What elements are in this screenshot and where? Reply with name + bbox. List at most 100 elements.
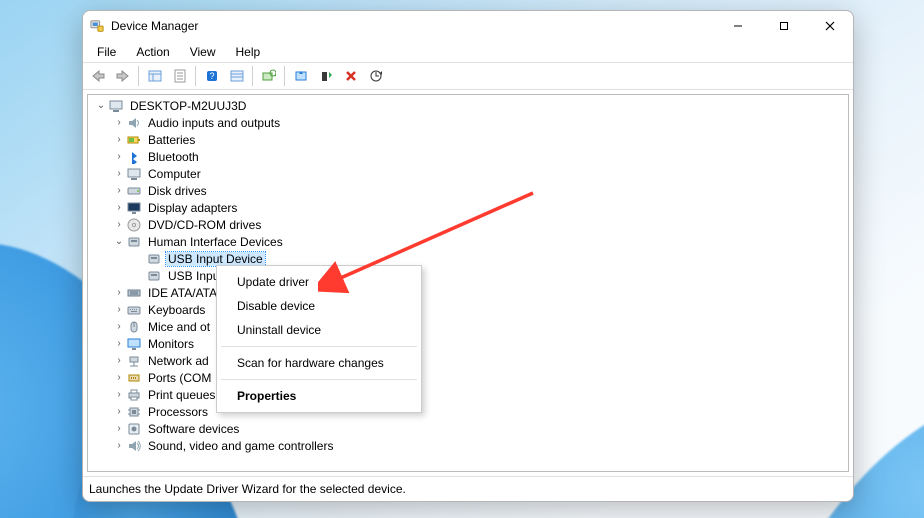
caret-collapsed-icon[interactable]: › xyxy=(112,304,126,315)
tree-category-item[interactable]: ›Disk drives xyxy=(90,182,848,199)
back-button[interactable] xyxy=(85,64,110,88)
caret-collapsed-icon[interactable]: › xyxy=(112,287,126,298)
computer-icon xyxy=(126,166,142,182)
scan-hardware-button[interactable] xyxy=(256,64,281,88)
properties-button[interactable] xyxy=(167,64,192,88)
caret-collapsed-icon[interactable]: › xyxy=(112,372,126,383)
printer-icon xyxy=(126,387,142,403)
tree-category-item[interactable]: ⌄ Human Interface Devices xyxy=(90,233,848,250)
tree-category-item[interactable]: › Batteries xyxy=(90,131,848,148)
ctx-update-driver[interactable]: Update driver xyxy=(219,270,419,294)
tree-item-label: Computer xyxy=(146,167,203,181)
tree-category-item[interactable]: › Sound, video and game controllers xyxy=(90,437,848,454)
hid-icon xyxy=(126,234,142,250)
tree-item-label: Sound, video and game controllers xyxy=(146,439,335,453)
device-manager-window: Device Manager File Action View Help ? xyxy=(82,10,854,502)
caret-collapsed-icon[interactable]: › xyxy=(112,406,126,417)
forward-button[interactable] xyxy=(110,64,135,88)
maximize-button[interactable] xyxy=(761,11,807,41)
svg-text:?: ? xyxy=(209,71,214,81)
tree-device-item[interactable]: USB Input Device xyxy=(90,250,848,267)
tree-category-item[interactable]: ›Bluetooth xyxy=(90,148,848,165)
caret-collapsed-icon[interactable]: › xyxy=(112,134,126,145)
menu-help[interactable]: Help xyxy=(228,43,269,61)
update-driver-button[interactable] xyxy=(288,64,313,88)
toolbar-separator xyxy=(252,66,253,86)
uninstall-device-button[interactable] xyxy=(338,64,363,88)
caret-collapsed-icon[interactable]: › xyxy=(112,202,126,213)
statusbar-text: Launches the Update Driver Wizard for th… xyxy=(89,482,406,496)
tree-category-item[interactable]: ›Keyboards xyxy=(90,301,848,318)
tree-category-item[interactable]: › Print queues xyxy=(90,386,848,403)
ctx-disable-device[interactable]: Disable device xyxy=(219,294,419,318)
caret-collapsed-icon[interactable]: › xyxy=(112,168,126,179)
caret-collapsed-icon[interactable]: › xyxy=(112,219,126,230)
display-icon xyxy=(126,200,142,216)
caret-collapsed-icon[interactable]: › xyxy=(112,185,126,196)
dvd-icon xyxy=(126,217,142,233)
tree-item-label: USB Inpu xyxy=(166,269,221,283)
network-icon xyxy=(126,353,142,369)
caret-collapsed-icon[interactable]: › xyxy=(112,440,126,451)
ctx-properties[interactable]: Properties xyxy=(219,384,419,408)
tree-item-label: Display adapters xyxy=(146,201,239,215)
disk-icon xyxy=(126,183,142,199)
tree-category-item[interactable]: ›Processors xyxy=(90,403,848,420)
port-icon xyxy=(126,370,142,386)
tree-category-item[interactable]: ›DVD/CD-ROM drives xyxy=(90,216,848,233)
caret-collapsed-icon[interactable]: › xyxy=(112,321,126,332)
caret-collapsed-icon[interactable]: › xyxy=(112,355,126,366)
tree-category-item[interactable]: › Audio inputs and outputs xyxy=(90,114,848,131)
tree-category-item[interactable]: ›Monitors xyxy=(90,335,848,352)
mouse-icon xyxy=(126,319,142,335)
tree-item-label: Print queues xyxy=(146,388,217,402)
tree-category-item[interactable]: ›Network ad xyxy=(90,352,848,369)
tree-category-item[interactable]: ›Ports (COM xyxy=(90,369,848,386)
tree-item-label: USB Input Device xyxy=(166,252,265,266)
tree-category-item[interactable]: › Mice and ot xyxy=(90,318,848,335)
details-button[interactable] xyxy=(224,64,249,88)
caret-collapsed-icon[interactable]: › xyxy=(112,423,126,434)
caret-expanded-icon[interactable]: ⌄ xyxy=(94,100,108,111)
caret-collapsed-icon[interactable]: › xyxy=(112,389,126,400)
minimize-button[interactable] xyxy=(715,11,761,41)
caret-collapsed-icon[interactable]: › xyxy=(112,117,126,128)
statusbar: Launches the Update Driver Wizard for th… xyxy=(83,476,853,501)
refresh-button[interactable] xyxy=(363,64,388,88)
show-hidden-button[interactable] xyxy=(142,64,167,88)
tree-category-item[interactable]: ›IDE ATA/ATA xyxy=(90,284,848,301)
computer-root-icon xyxy=(108,98,124,114)
close-button[interactable] xyxy=(807,11,853,41)
audio-icon xyxy=(126,115,142,131)
keyboard-icon xyxy=(126,302,142,318)
ctx-separator xyxy=(221,379,417,380)
help-button[interactable]: ? xyxy=(199,64,224,88)
tree-category-item[interactable]: › Software devices xyxy=(90,420,848,437)
tree-item-label: Human Interface Devices xyxy=(146,235,285,249)
enable-device-button[interactable] xyxy=(313,64,338,88)
cpu-icon xyxy=(126,404,142,420)
caret-collapsed-icon[interactable]: › xyxy=(112,151,126,162)
toolbar-separator xyxy=(284,66,285,86)
tree-item-label: Audio inputs and outputs xyxy=(146,116,282,130)
menu-view[interactable]: View xyxy=(182,43,224,61)
ctx-uninstall-device[interactable]: Uninstall device xyxy=(219,318,419,342)
monitor-icon xyxy=(126,336,142,352)
menu-action[interactable]: Action xyxy=(128,43,177,61)
window-title: Device Manager xyxy=(111,19,198,33)
device-tree[interactable]: ⌄ DESKTOP-M2UUJ3D › Audio inputs and outp… xyxy=(87,94,849,472)
caret-expanded-icon[interactable]: ⌄ xyxy=(112,236,126,247)
caret-collapsed-icon[interactable]: › xyxy=(112,338,126,349)
ctx-scan-hardware[interactable]: Scan for hardware changes xyxy=(219,351,419,375)
sound-icon xyxy=(126,438,142,454)
tree-item-label: Software devices xyxy=(146,422,241,436)
tree-item-label: Mice and ot xyxy=(146,320,212,334)
menu-file[interactable]: File xyxy=(89,43,124,61)
tree-root[interactable]: ⌄ DESKTOP-M2UUJ3D xyxy=(90,97,848,114)
device-context-menu: Update driver Disable device Uninstall d… xyxy=(216,265,422,413)
titlebar[interactable]: Device Manager xyxy=(83,11,853,41)
tree-category-item[interactable]: › Display adapters xyxy=(90,199,848,216)
tree-device-item[interactable]: USB Inpu xyxy=(90,267,848,284)
tree-item-label: Batteries xyxy=(146,133,197,147)
tree-category-item[interactable]: › Computer xyxy=(90,165,848,182)
